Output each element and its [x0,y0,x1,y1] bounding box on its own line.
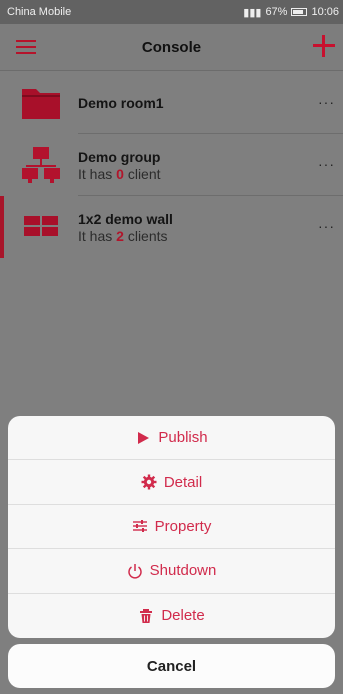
page-title: Console [141,38,202,56]
client-count: 2 [116,227,124,244]
status-bar: China Mobile ▮▮▮ 67% 10:06 [0,0,343,24]
battery-icon [291,8,308,16]
client-count: 0 [116,165,124,182]
play-icon [138,431,150,444]
shutdown-label: Shutdown [149,562,217,580]
action-sheet: Publish Detail Property Shutdown Delete [8,416,335,638]
delete-button[interactable]: Delete [8,594,335,638]
cancel-button[interactable]: Cancel [8,644,335,688]
list-item[interactable]: 1x2 demo wall It has 2 clients ··· [0,196,343,258]
signal-icon: ▮▮▮ [243,6,262,19]
item-name: Demo group [78,148,161,165]
client-count-text: It has 0 client [78,165,161,182]
item-name: 1x2 demo wall [78,210,173,227]
more-options-icon[interactable]: ··· [318,218,335,234]
battery-percent: 67% [265,6,288,18]
publish-button[interactable]: Publish [8,416,335,461]
more-options-icon[interactable]: ··· [318,156,335,172]
carrier-label: China Mobile [7,6,72,18]
property-label: Property [154,517,212,535]
folder-icon [20,83,62,123]
client-count-text: It has 2 clients [78,227,168,244]
gear-icon [141,474,157,490]
property-button[interactable]: Property [8,505,335,550]
clock: 10:06 [311,6,339,18]
trash-icon [140,608,153,623]
video-wall-icon [20,207,62,247]
room-list: Demo room1 ··· Demo group It has 0 clien… [0,72,343,258]
delete-label: Delete [161,607,205,625]
more-options-icon[interactable]: ··· [318,94,335,110]
network-group-icon [20,145,62,185]
publish-label: Publish [158,429,208,447]
detail-label: Detail [163,473,203,491]
list-item[interactable]: Demo room1 ··· [0,72,343,134]
item-name: Demo room1 [78,95,164,111]
detail-button[interactable]: Detail [8,460,335,505]
list-item[interactable]: Demo group It has 0 client ··· [0,134,343,196]
add-icon[interactable] [311,33,337,59]
shutdown-button[interactable]: Shutdown [8,549,335,594]
status-icons: ▮▮▮ 67% 10:06 [243,6,339,19]
app-bar: Console [0,24,343,71]
power-icon [127,563,142,579]
sliders-icon [132,520,147,533]
menu-icon[interactable] [16,40,36,54]
